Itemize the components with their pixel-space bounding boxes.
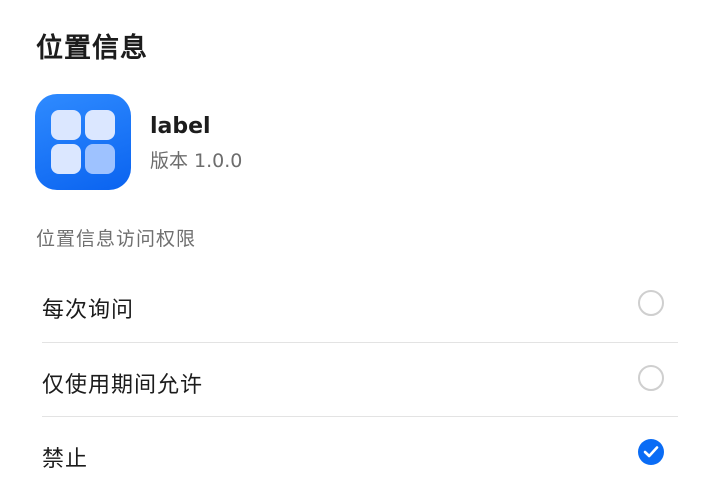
checkmark-icon: [643, 446, 659, 458]
radio-unchecked-icon[interactable]: [638, 290, 664, 316]
radio-checked-icon[interactable]: [638, 439, 664, 465]
option-deny[interactable]: 禁止: [42, 417, 678, 491]
option-label: 禁止: [42, 447, 89, 472]
location-permission-sheet: 位置信息 label 版本 1.0.0 位置信息访问权限 每次询问 仅使用期间允…: [0, 0, 718, 495]
option-label: 每次询问: [42, 298, 135, 323]
app-icon-tile: [51, 144, 81, 174]
section-label: 位置信息访问权限: [36, 228, 197, 250]
app-grid-icon: [35, 94, 131, 190]
app-icon-tile: [85, 110, 115, 140]
app-name: label: [150, 114, 211, 139]
radio-unchecked-icon[interactable]: [638, 365, 664, 391]
page-title: 位置信息: [36, 33, 148, 64]
option-allow-while-using[interactable]: 仅使用期间允许: [42, 343, 678, 417]
app-version: 版本 1.0.0: [150, 150, 243, 172]
option-label: 仅使用期间允许: [42, 373, 204, 398]
app-icon-tile: [85, 144, 115, 174]
app-icon-tile: [51, 110, 81, 140]
option-ask-every-time[interactable]: 每次询问: [42, 268, 678, 342]
